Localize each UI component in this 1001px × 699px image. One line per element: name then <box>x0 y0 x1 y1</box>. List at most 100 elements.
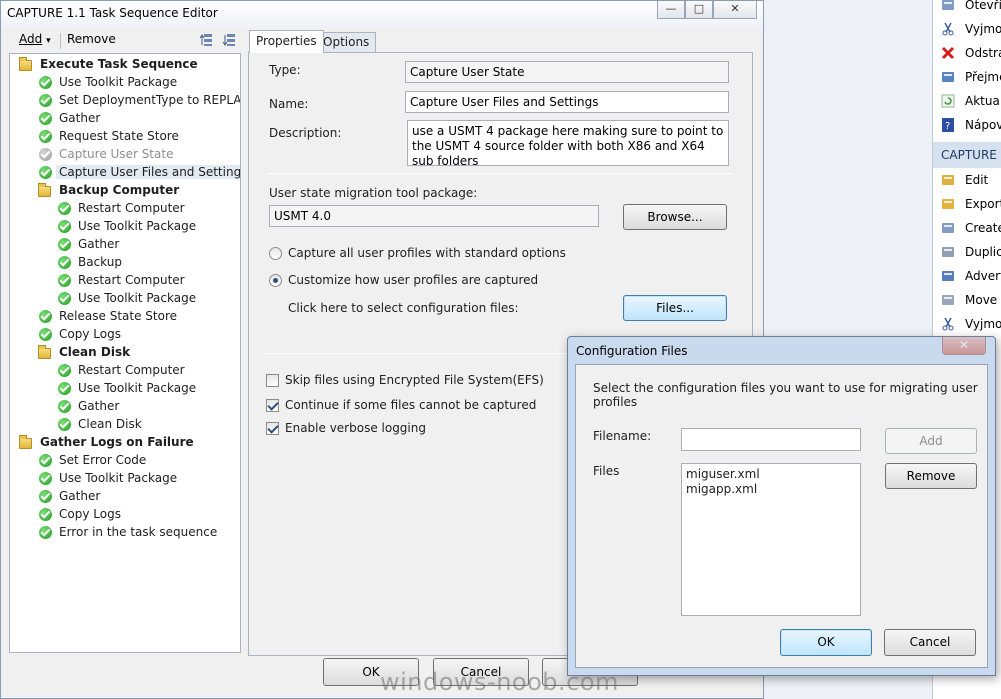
tree-item-label: Capture User Files and Settings <box>56 165 240 179</box>
add-menu-button[interactable]: Add ▾ <box>19 32 51 46</box>
task-sequence-tree[interactable]: Execute Task Sequence Use Toolkit Package… <box>9 53 241 653</box>
console-action[interactable]: ? Nápověda <box>933 113 1001 137</box>
console-action[interactable]: Přejmenovat <box>933 65 1001 89</box>
minimize-button[interactable]: — <box>657 1 685 19</box>
tree-item-label: Gather Logs on Failure <box>40 435 194 449</box>
rename-icon <box>941 70 955 84</box>
filename-input[interactable] <box>681 428 861 451</box>
description-field[interactable]: use a USMT 4 package here making sure to… <box>407 120 729 166</box>
console-action[interactable]: Create <box>933 216 1001 240</box>
console-action[interactable]: Otevřít <box>933 0 1001 17</box>
console-action[interactable]: Aktualizovat <box>933 89 1001 113</box>
tree-item-label: Gather <box>78 399 120 413</box>
name-label: Name: <box>269 97 309 111</box>
tree-step[interactable]: Capture User Files and Settings <box>10 164 240 182</box>
open-icon <box>941 0 955 12</box>
config-close-button[interactable]: ✕ <box>942 337 986 355</box>
browse-button[interactable]: Browse... <box>623 204 727 230</box>
console-action[interactable]: Advertise <box>933 264 1001 288</box>
console-action[interactable]: Edit <box>933 168 1001 192</box>
help-icon: ? <box>941 118 955 132</box>
tree-step[interactable]: Release State Store <box>10 308 240 326</box>
type-label: Type: <box>269 63 301 77</box>
console-action-label: Advertise <box>965 269 1001 283</box>
tree-step[interactable]: Use Toolkit Package <box>10 74 240 92</box>
file-list-item[interactable]: miguser.xml <box>686 467 856 482</box>
continue-checkbox[interactable] <box>266 399 279 412</box>
tree-step[interactable]: Use Toolkit Package <box>10 380 240 398</box>
console-action[interactable]: Vyjmout <box>933 312 1001 336</box>
maximize-button[interactable]: □ <box>685 1 713 19</box>
console-action[interactable]: Duplicate <box>933 240 1001 264</box>
tree-step[interactable]: Copy Logs <box>10 506 240 524</box>
check-circle-icon <box>58 400 71 413</box>
name-field[interactable]: Capture User Files and Settings <box>405 91 729 113</box>
check-circle-icon <box>39 454 52 467</box>
tab-properties[interactable]: Properties <box>249 30 324 53</box>
close-button[interactable]: ✕ <box>713 1 757 19</box>
tree-step[interactable]: Gather <box>10 488 240 506</box>
tree-step[interactable]: Set DeploymentType to REPLACE <box>10 92 240 110</box>
skip-efs-checkbox[interactable] <box>266 374 279 387</box>
check-circle-icon <box>39 94 52 107</box>
tree-step[interactable]: Error in the task sequence <box>10 524 240 542</box>
config-dialog-title: Configuration Files <box>576 344 688 358</box>
tree-step[interactable]: Use Toolkit Package <box>10 290 240 308</box>
tree-step[interactable]: Capture User State <box>10 146 240 164</box>
tree-step[interactable]: Clean Disk <box>10 416 240 434</box>
move-down-icon[interactable] <box>222 33 236 47</box>
check-circle-icon <box>39 472 52 485</box>
chevron-down-icon: ▾ <box>46 36 51 46</box>
tree-step[interactable]: Use Toolkit Package <box>10 218 240 236</box>
add-file-button[interactable]: Add <box>885 428 977 454</box>
tree-step[interactable]: Use Toolkit Package <box>10 470 240 488</box>
console-action-label: Přejmenovat <box>965 70 1001 84</box>
tab-options[interactable]: Options <box>316 32 377 52</box>
tree-step[interactable]: Restart Computer <box>10 200 240 218</box>
capture-all-radio[interactable] <box>269 247 282 260</box>
editor-titlebar[interactable]: CAPTURE 1.1 Task Sequence Editor — □ ✕ <box>1 1 763 27</box>
tree-item-label: Use Toolkit Package <box>78 291 197 305</box>
remove-button[interactable]: Remove <box>67 32 116 46</box>
tree-item-label: Set DeploymentType to REPLACE <box>59 93 241 107</box>
console-action-label: Create <box>965 221 1001 235</box>
customize-radio[interactable] <box>269 274 282 287</box>
console-action[interactable]: Odstranit <box>933 41 1001 65</box>
tree-step[interactable]: Request State Store <box>10 128 240 146</box>
config-cancel-button[interactable]: Cancel <box>884 629 976 656</box>
file-list-item[interactable]: migapp.xml <box>686 482 856 497</box>
watermark: windows-noob.com <box>380 668 619 696</box>
tree-step[interactable]: Set Error Code <box>10 452 240 470</box>
console-action[interactable]: Move Item <box>933 288 1001 312</box>
console-action[interactable]: Vyjmout <box>933 17 1001 41</box>
remove-file-button[interactable]: Remove <box>885 463 977 489</box>
tree-group[interactable]: Backup Computer <box>10 182 240 200</box>
svg-text:?: ? <box>945 121 950 132</box>
tree-step[interactable]: Gather <box>10 398 240 416</box>
tree-group[interactable]: Execute Task Sequence <box>10 56 240 74</box>
check-circle-icon <box>58 220 71 233</box>
advertise-icon <box>941 269 955 283</box>
verbose-logging-checkbox[interactable] <box>266 422 279 435</box>
tree-group[interactable]: Clean Disk <box>10 344 240 362</box>
tree-group[interactable]: Gather Logs on Failure <box>10 434 240 452</box>
tree-step[interactable]: Restart Computer <box>10 362 240 380</box>
tree-step[interactable]: Gather <box>10 236 240 254</box>
check-circle-icon <box>39 490 52 503</box>
files-listbox[interactable]: miguser.xml migapp.xml <box>681 463 861 616</box>
duplicate-icon <box>941 245 955 259</box>
console-action-label: Otevřít <box>965 0 1001 12</box>
tree-step[interactable]: Restart Computer <box>10 272 240 290</box>
files-button[interactable]: Files... <box>623 295 727 321</box>
tree-step[interactable]: Copy Logs <box>10 326 240 344</box>
check-circle-icon <box>39 166 52 179</box>
folder-icon <box>19 57 32 71</box>
config-ok-button[interactable]: OK <box>780 629 872 656</box>
tree-item-label: Use Toolkit Package <box>59 471 178 485</box>
create-icon <box>941 221 955 235</box>
tree-step[interactable]: Backup <box>10 254 240 272</box>
move-up-icon[interactable] <box>199 33 213 47</box>
console-action[interactable]: Export <box>933 192 1001 216</box>
folder-icon <box>38 183 51 197</box>
tree-step[interactable]: Gather <box>10 110 240 128</box>
